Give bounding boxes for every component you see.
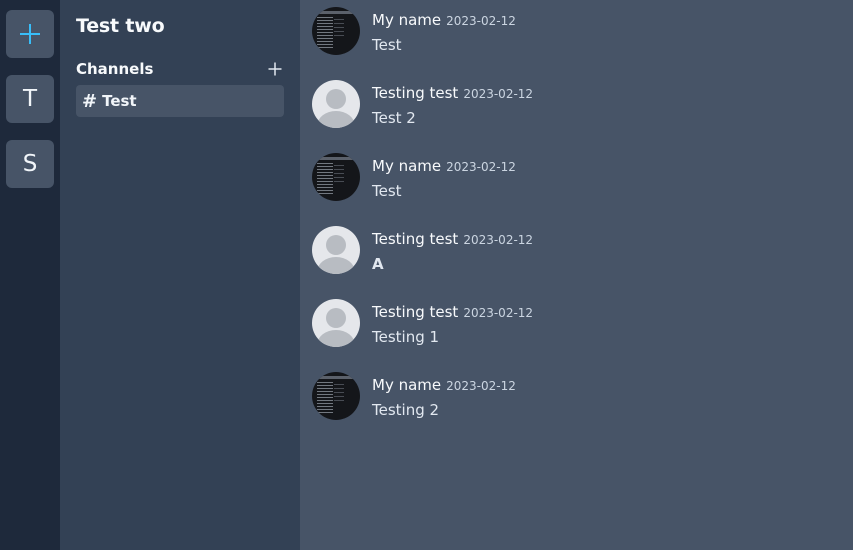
message-text: Test [372,36,402,54]
avatar[interactable] [312,372,360,420]
message-date: 2023-02-12 [446,160,516,174]
message-author[interactable]: My name [372,376,441,394]
plus-icon [268,62,282,76]
message-text: A [372,255,384,273]
message-item: Testing test 2023-02-12 Testing 1 [312,299,853,372]
message-text: Testing 2 [372,401,440,419]
avatar[interactable] [312,299,360,347]
message-author[interactable]: Testing test [372,303,458,321]
message-item: Testing test 2023-02-12 A [312,226,853,299]
app-window: T S Test two Channels # Test My name 202… [0,0,853,550]
channels-header: Channels [76,59,284,79]
server-letter: T [22,86,38,112]
message-author[interactable]: Testing test [372,230,458,248]
message-author[interactable]: My name [372,11,441,29]
message-date: 2023-02-12 [446,379,516,393]
server-title: Test two [76,15,165,37]
message-text: Test [372,182,402,200]
avatar[interactable] [312,153,360,201]
message-text: Testing 1 [372,328,440,346]
message-author[interactable]: My name [372,157,441,175]
channel-name: Test [102,92,137,110]
message-date: 2023-02-12 [446,14,516,28]
server-rail: T S [0,0,60,550]
avatar[interactable] [312,7,360,55]
avatar[interactable] [312,226,360,274]
message-item: My name 2023-02-12 Test [312,7,853,80]
message-text: Test 2 [372,109,416,127]
channel-sidebar: Test two Channels # Test [60,0,300,550]
avatar[interactable] [312,80,360,128]
server-button-s[interactable]: S [6,140,54,188]
channels-label: Channels [76,60,154,78]
add-server-button[interactable] [6,10,54,58]
message-date: 2023-02-12 [463,306,534,320]
hash-icon: # [82,90,98,112]
message-item: My name 2023-02-12 Test [312,153,853,226]
message-date: 2023-02-12 [463,87,534,101]
message-item: Testing test 2023-02-12 Test 2 [312,80,853,153]
plus-icon [20,24,40,44]
message-list: My name 2023-02-12 Test Testing test 202… [300,0,853,550]
message-item: My name 2023-02-12 Testing 2 [312,372,853,445]
server-letter: S [22,151,38,177]
server-button-t[interactable]: T [6,75,54,123]
message-date: 2023-02-12 [463,233,534,247]
add-channel-button[interactable] [266,60,284,78]
message-author[interactable]: Testing test [372,84,458,102]
channel-item-test[interactable]: # Test [76,85,284,117]
